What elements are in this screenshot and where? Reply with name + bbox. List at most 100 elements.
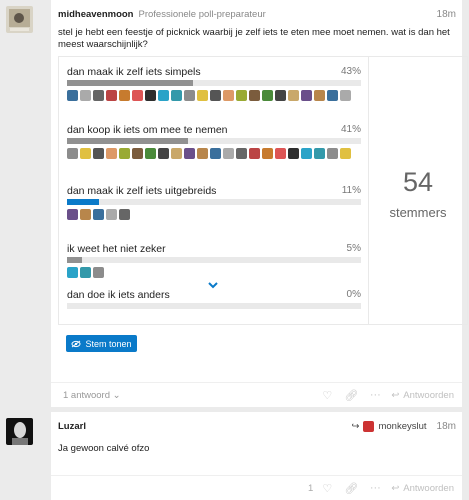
voter-avatar[interactable]: [327, 90, 338, 101]
voter-avatar[interactable]: [327, 148, 338, 159]
voter-avatar[interactable]: [223, 90, 234, 101]
option-label: dan doe ik iets anders: [67, 289, 170, 301]
post-text: stel je hebt een feestje of picknick waa…: [58, 27, 450, 50]
show-votes-label: Stem tonen: [85, 338, 132, 349]
reply-label: Antwoorden: [403, 389, 454, 401]
voter-avatar[interactable]: [80, 90, 91, 101]
option-bar: [67, 199, 361, 205]
voter-avatar[interactable]: [340, 148, 351, 159]
post-actions: 1 ♡ 🔗︎ ··· ↩ Antwoorden: [51, 475, 462, 500]
voter-avatar[interactable]: [145, 148, 156, 159]
voter-avatar[interactable]: [275, 90, 286, 101]
voter-avatar[interactable]: [132, 148, 143, 159]
option-bar: [67, 138, 361, 144]
voter-avatar[interactable]: [106, 209, 117, 220]
voter-avatar[interactable]: [132, 90, 143, 101]
username[interactable]: midheavenmoon: [58, 9, 134, 20]
voter-avatar[interactable]: [171, 90, 182, 101]
voter-avatar[interactable]: [158, 90, 169, 101]
poll-results: dan maak ik zelf iets simpels 43% dan koo…: [59, 57, 369, 324]
replies-toggle[interactable]: 1 antwoord ⌄: [63, 390, 121, 401]
voter-avatar[interactable]: [210, 90, 221, 101]
voter-avatar[interactable]: [67, 148, 78, 159]
reply-icon: ↩: [391, 389, 400, 401]
option-voters: [67, 267, 361, 278]
voter-avatar[interactable]: [314, 90, 325, 101]
voter-avatar[interactable]: [288, 90, 299, 101]
link-icon[interactable]: 🔗︎: [339, 478, 363, 498]
voter-avatar[interactable]: [249, 90, 260, 101]
voter-avatar[interactable]: [80, 148, 91, 159]
voter-avatar[interactable]: [80, 267, 91, 278]
voters-count: 54: [402, 167, 434, 197]
post-1: midheavenmoon Professionele poll-prepara…: [0, 0, 469, 407]
username[interactable]: Luzarl: [58, 421, 86, 432]
voter-avatar[interactable]: [197, 90, 208, 101]
voter-avatar[interactable]: [340, 90, 351, 101]
voter-avatar[interactable]: [236, 148, 247, 159]
voter-avatar[interactable]: [93, 90, 104, 101]
link-icon[interactable]: 🔗︎: [339, 385, 363, 405]
post-text: Ja gewoon calvé ofzo: [58, 443, 150, 454]
option-label: ik weet het niet zeker: [67, 243, 166, 255]
voter-avatar[interactable]: [301, 90, 312, 101]
reply-button[interactable]: ↩ Antwoorden: [391, 483, 454, 494]
poll-info: 54 stemmers: [369, 57, 467, 324]
option-bar: [67, 303, 361, 309]
voter-avatar[interactable]: [184, 90, 195, 101]
voter-avatar[interactable]: [184, 148, 195, 159]
voter-avatar[interactable]: [158, 148, 169, 159]
voter-avatar[interactable]: [80, 209, 91, 220]
voter-avatar[interactable]: [262, 148, 273, 159]
eye-slash-icon: [71, 340, 81, 347]
action-icons: ♡ 🔗︎ ··· ↩ Antwoorden: [315, 385, 462, 405]
option-percent: 11%: [341, 185, 361, 196]
voter-avatar[interactable]: [67, 267, 78, 278]
post-card: Luzarl ↪ monkeyslut 18m Ja gewoon calvé …: [51, 412, 462, 500]
user-title: Professionele poll-preparateur: [138, 8, 266, 20]
voter-avatar[interactable]: [171, 148, 182, 159]
more-icon[interactable]: ···: [363, 385, 387, 405]
option-bar-fill: [67, 80, 194, 86]
voter-avatar[interactable]: [288, 148, 299, 159]
reply-icon: ↩: [391, 482, 400, 494]
voter-avatar[interactable]: [106, 148, 117, 159]
voter-avatar[interactable]: [93, 267, 104, 278]
voter-avatar[interactable]: [119, 148, 130, 159]
post-time[interactable]: 18m: [437, 421, 456, 432]
option-bar-fill: [67, 199, 100, 205]
voter-avatar[interactable]: [67, 209, 78, 220]
voter-avatar[interactable]: [314, 148, 325, 159]
voter-avatar[interactable]: [93, 148, 104, 159]
voter-avatar[interactable]: [67, 90, 78, 101]
show-votes-button[interactable]: Stem tonen: [66, 335, 137, 352]
reply-button[interactable]: ↩ Antwoorden: [391, 390, 454, 401]
voter-avatar[interactable]: [236, 90, 247, 101]
voter-avatar[interactable]: [249, 148, 260, 159]
voter-avatar[interactable]: [93, 209, 104, 220]
avatar-midheavenmoon[interactable]: [6, 6, 33, 33]
voter-avatar[interactable]: [106, 90, 117, 101]
voter-avatar[interactable]: [275, 148, 286, 159]
heart-icon[interactable]: ♡: [315, 385, 339, 405]
voter-avatar[interactable]: [210, 148, 221, 159]
heart-icon[interactable]: ♡: [315, 478, 339, 498]
voter-avatar[interactable]: [119, 90, 130, 101]
option-label: dan maak ik zelf iets uitgebreids: [67, 185, 217, 197]
voter-avatar[interactable]: [145, 90, 156, 101]
post-time[interactable]: 18m: [437, 9, 456, 20]
voter-avatar[interactable]: [301, 148, 312, 159]
reply-arrow-icon: ↪: [351, 420, 360, 432]
option-bar-fill: [67, 257, 82, 263]
like-count: 1: [308, 482, 314, 494]
more-icon[interactable]: ···: [363, 478, 387, 498]
reply-to[interactable]: ↪ monkeyslut: [351, 420, 427, 432]
voter-avatar[interactable]: [262, 90, 273, 101]
avatar-luzarl[interactable]: [6, 418, 33, 445]
poll-option-5: dan doe ik iets anders 0%: [67, 289, 361, 309]
poll-option-4: ik weet het niet zeker 5%: [67, 243, 361, 278]
option-label: dan maak ik zelf iets simpels: [67, 66, 201, 78]
voter-avatar[interactable]: [119, 209, 130, 220]
voter-avatar[interactable]: [223, 148, 234, 159]
voter-avatar[interactable]: [197, 148, 208, 159]
